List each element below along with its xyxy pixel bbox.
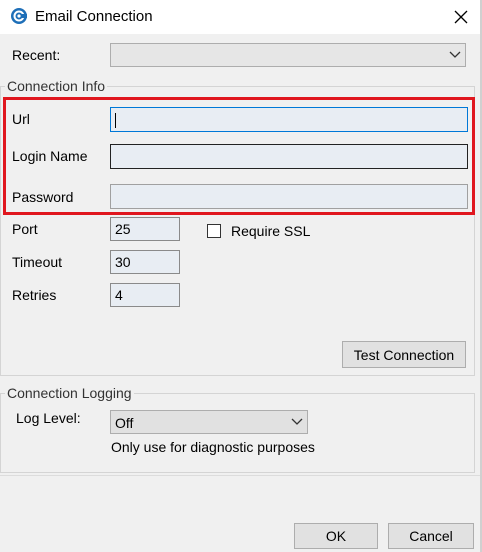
test-connection-button[interactable]: Test Connection — [342, 341, 466, 368]
log-level-label: Log Level: — [16, 410, 81, 426]
recent-select[interactable] — [110, 43, 466, 67]
timeout-value: 30 — [115, 254, 131, 270]
port-input[interactable]: 25 — [110, 217, 180, 241]
require-ssl-checkbox[interactable] — [207, 224, 221, 238]
login-name-label: Login Name — [12, 148, 88, 164]
port-label: Port — [12, 221, 38, 237]
chevron-down-icon — [291, 418, 303, 425]
retries-input[interactable]: 4 — [110, 283, 180, 307]
connection-info-title: Connection Info — [5, 78, 108, 94]
chevron-down-icon — [449, 51, 461, 58]
log-level-value: Off — [115, 415, 134, 431]
url-input[interactable] — [110, 107, 468, 132]
log-level-hint: Only use for diagnostic purposes — [111, 439, 315, 455]
timeout-label: Timeout — [12, 254, 63, 270]
retries-label: Retries — [12, 287, 57, 303]
footer-divider — [0, 475, 480, 476]
password-input[interactable] — [110, 184, 468, 209]
window-title: Email Connection — [35, 8, 153, 25]
retries-value: 4 — [115, 287, 123, 303]
recent-label: Recent: — [12, 47, 61, 63]
log-level-select[interactable]: Off — [110, 410, 308, 434]
timeout-input[interactable]: 30 — [110, 250, 180, 274]
title-bar: Email Connection — [0, 0, 482, 34]
connection-logging-title: Connection Logging — [5, 385, 134, 401]
close-button[interactable] — [440, 0, 482, 34]
cancel-button[interactable]: Cancel — [388, 523, 474, 549]
ok-button[interactable]: OK — [294, 523, 378, 549]
port-value: 25 — [115, 221, 131, 237]
app-connection-icon — [11, 8, 27, 24]
close-icon — [454, 10, 468, 24]
login-name-input[interactable] — [110, 144, 468, 169]
url-label: Url — [12, 111, 30, 127]
password-label: Password — [12, 189, 74, 205]
require-ssl-label: Require SSL — [231, 223, 311, 239]
text-caret — [115, 113, 116, 128]
